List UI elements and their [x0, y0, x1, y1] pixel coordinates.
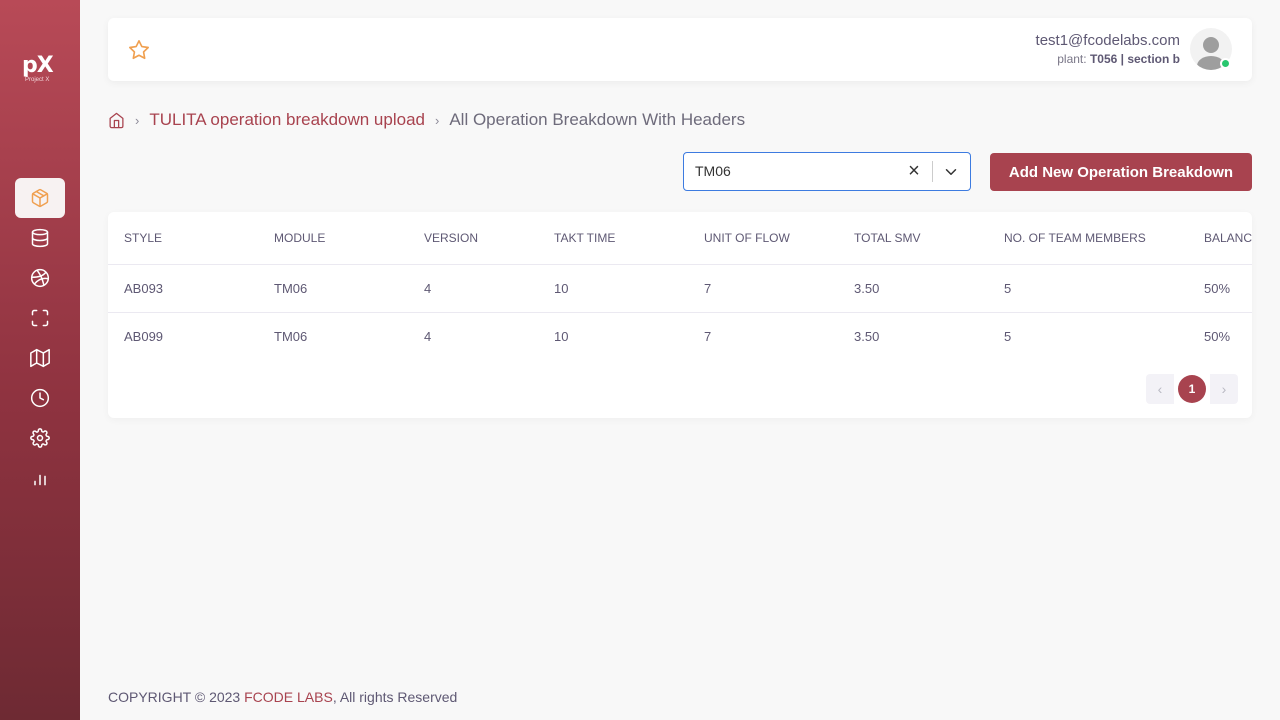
breadcrumb-separator-icon: ›: [135, 112, 140, 128]
column-header-version[interactable]: VERSION: [408, 212, 538, 265]
logo-main-text: pX: [22, 53, 54, 78]
footer: COPYRIGHT © 2023 FCODE LABS, All rights …: [108, 689, 457, 705]
sidebar-item-bar-chart[interactable]: [15, 458, 65, 498]
cell-style: AB099: [124, 328, 164, 344]
breadcrumb: › TULITA operation breakdown upload › Al…: [108, 108, 745, 132]
cell-total-smv: 3.50: [838, 264, 988, 313]
clock-icon: [30, 388, 50, 408]
plant-label: plant:: [1057, 52, 1087, 66]
sidebar-item-clock[interactable]: [15, 378, 65, 418]
sidebar: pX Project X: [0, 0, 80, 720]
pagination-next-button[interactable]: ›: [1210, 374, 1238, 404]
cell-module: TM06: [258, 264, 408, 313]
top-navbar: test1@fcodelabs.com plant: T056 | sectio…: [108, 18, 1252, 81]
sidebar-item-dribbble[interactable]: [15, 258, 65, 298]
cell-takt-time: 10: [554, 328, 569, 344]
cell-version: 4: [408, 264, 538, 313]
cell-team-members: 5: [1004, 328, 1012, 344]
cell-takt-time: 10: [538, 264, 688, 313]
column-header-total-smv[interactable]: TOTAL SMV: [838, 212, 988, 265]
cell-version: 4: [424, 328, 432, 344]
breadcrumb-parent-link[interactable]: TULITA operation breakdown upload: [149, 110, 425, 130]
breadcrumb-separator-icon: ›: [434, 112, 440, 128]
add-new-operation-breakdown-button[interactable]: Add New Operation Breakdown: [990, 153, 1252, 191]
column-header-module[interactable]: MODULE: [258, 212, 408, 265]
bar-chart-icon: [34, 474, 46, 486]
table-row[interactable]: AB099 TM06 4 10 7 3.50 5 50%: [108, 312, 1252, 360]
pagination: ‹ 1 ›: [1146, 374, 1238, 404]
pagination-page-1[interactable]: 1: [1178, 375, 1206, 403]
clear-selection-icon[interactable]: ×: [904, 161, 924, 181]
cell-module: TM06: [274, 328, 308, 344]
cell-balance: 50%: [1204, 328, 1231, 344]
module-select-value: TM06: [695, 163, 731, 179]
bookmark-star-icon[interactable]: [128, 39, 150, 61]
plant-value: T056 | section b: [1089, 52, 1180, 66]
cell-team-members: 5: [988, 264, 1188, 313]
module-select[interactable]: TM06 ×: [683, 152, 971, 191]
cell-style: AB093: [108, 264, 258, 313]
select-divider: [932, 161, 933, 182]
logo-sub-text: Project X: [25, 77, 50, 83]
user-info[interactable]: test1@fcodelabs.com plant: T056 | sectio…: [1036, 31, 1180, 67]
pagination-prev-button[interactable]: ‹: [1146, 374, 1174, 404]
sidebar-item-map[interactable]: [15, 338, 65, 378]
sidebar-item-database[interactable]: [15, 218, 65, 258]
cell-total-smv: 3.50: [854, 328, 880, 344]
footer-rights: , All rights Reserved: [332, 689, 458, 705]
app-logo[interactable]: pX Project X: [22, 54, 58, 88]
online-status-dot: [1220, 58, 1231, 69]
column-header-unit-of-flow[interactable]: UNIT OF FLOW: [688, 212, 838, 265]
user-plant: plant: T056 | section b: [1036, 51, 1180, 67]
user-email: test1@fcodelabs.com: [1035, 32, 1180, 49]
table-row[interactable]: AB093 TM06 4 10 7 3.50 5 50%: [108, 264, 1252, 313]
settings-icon: [30, 428, 50, 448]
avatar-head-shape: [1203, 37, 1219, 53]
cell-balance: 50%: [1188, 264, 1252, 313]
footer-brand-link[interactable]: FCODE LABS: [244, 689, 333, 705]
maximize-icon: [31, 309, 49, 327]
breadcrumb-current: All Operation Breakdown With Headers: [449, 110, 746, 129]
database-icon: [31, 228, 49, 248]
cell-unit-of-flow: 7: [704, 328, 712, 344]
sidebar-item-box[interactable]: [15, 178, 65, 218]
dribbble-icon: [30, 268, 50, 288]
column-header-takt-time[interactable]: TAKT TIME: [538, 212, 688, 265]
box-icon: [31, 188, 49, 208]
operation-breakdown-table-card: STYLE MODULE VERSION TAKT TIME UNIT OF F…: [108, 212, 1252, 418]
sidebar-item-settings[interactable]: [15, 418, 65, 458]
column-header-balance[interactable]: BALANCE: [1188, 212, 1252, 265]
chevron-down-icon[interactable]: [942, 163, 960, 181]
table-header-row: STYLE MODULE VERSION TAKT TIME UNIT OF F…: [108, 212, 1252, 265]
column-header-style[interactable]: STYLE: [108, 212, 258, 265]
column-header-team-members[interactable]: NO. OF TEAM MEMBERS: [988, 212, 1188, 265]
home-icon[interactable]: [108, 112, 125, 129]
sidebar-item-maximize[interactable]: [15, 298, 65, 338]
operation-breakdown-table: STYLE MODULE VERSION TAKT TIME UNIT OF F…: [108, 212, 1252, 360]
map-icon: [30, 348, 50, 368]
footer-copyright: COPYRIGHT © 2023: [108, 689, 245, 705]
cell-unit-of-flow: 7: [688, 264, 838, 313]
